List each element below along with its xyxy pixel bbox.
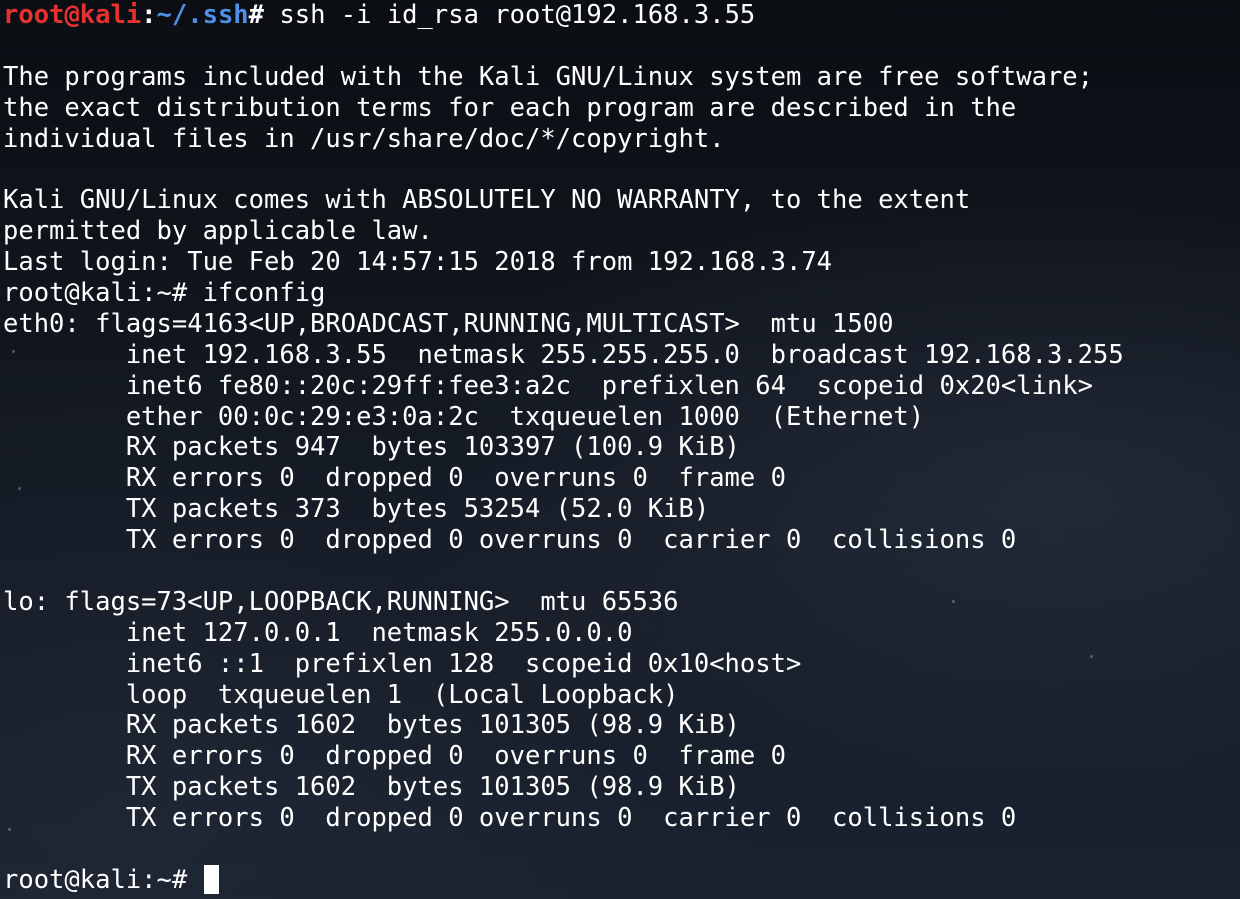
active-prompt: root@kali:~#	[3, 864, 203, 895]
prompt-symbol: #	[248, 0, 265, 30]
output-line: RX errors 0 dropped 0 overruns 0 frame 0	[3, 463, 786, 494]
output-line: TX errors 0 dropped 0 overruns 0 carrier…	[3, 525, 1017, 556]
output-line: inet 127.0.0.1 netmask 255.0.0.0	[3, 617, 633, 648]
prompt-separator: :	[141, 0, 157, 30]
ssh-command-line: root@kali:~/.ssh# ssh -i id_rsa root@192…	[3, 0, 1124, 31]
output-line: root@kali:~# ifconfig	[3, 278, 326, 309]
output-line: ether 00:0c:29:e3:0a:2c txqueuelen 1000 …	[3, 401, 925, 432]
terminal-output: root@kali:~/.ssh# ssh -i id_rsa root@192…	[3, 0, 1124, 896]
active-prompt-line[interactable]: root@kali:~#	[3, 864, 1124, 896]
output-line: loop txqueuelen 1 (Local Loopback)	[3, 679, 679, 710]
output-line: eth0: flags=4163<UP,BROADCAST,RUNNING,MU…	[3, 308, 894, 339]
prompt-user-host: root@kali	[3, 0, 142, 30]
ssh-command: ssh -i id_rsa root@192.168.3.55	[264, 0, 756, 30]
prompt-path: ~/.ssh	[156, 0, 249, 30]
text-cursor[interactable]	[203, 864, 219, 894]
output-line: Last login: Tue Feb 20 14:57:15 2018 fro…	[3, 247, 833, 278]
output-line: The programs included with the Kali GNU/…	[3, 61, 1094, 92]
output-line: the exact distribution terms for each pr…	[3, 92, 1017, 123]
output-line: TX packets 373 bytes 53254 (52.0 KiB)	[3, 494, 710, 525]
output-line: TX errors 0 dropped 0 overruns 0 carrier…	[3, 803, 1017, 834]
output-line: inet6 ::1 prefixlen 128 scopeid 0x10<hos…	[3, 648, 802, 679]
output-line: RX packets 1602 bytes 101305 (98.9 KiB)	[3, 710, 740, 741]
output-line: permitted by applicable law.	[3, 216, 433, 247]
output-line: inet6 fe80::20c:29ff:fee3:a2c prefixlen …	[3, 370, 1094, 401]
command-output: The programs included with the Kali GNU/…	[3, 31, 1124, 865]
output-line: TX packets 1602 bytes 101305 (98.9 KiB)	[3, 772, 740, 803]
output-line: lo: flags=73<UP,LOOPBACK,RUNNING> mtu 65…	[3, 586, 679, 617]
output-line: RX errors 0 dropped 0 overruns 0 frame 0	[3, 741, 786, 772]
output-line: individual files in /usr/share/doc/*/cop…	[3, 123, 725, 154]
output-line: inet 192.168.3.55 netmask 255.255.255.0 …	[3, 339, 1124, 370]
output-line: Kali GNU/Linux comes with ABSOLUTELY NO …	[3, 185, 971, 216]
output-line: RX packets 947 bytes 103397 (100.9 KiB)	[3, 432, 740, 463]
terminal-window[interactable]: root@kali:~/.ssh# ssh -i id_rsa root@192…	[0, 0, 1240, 899]
